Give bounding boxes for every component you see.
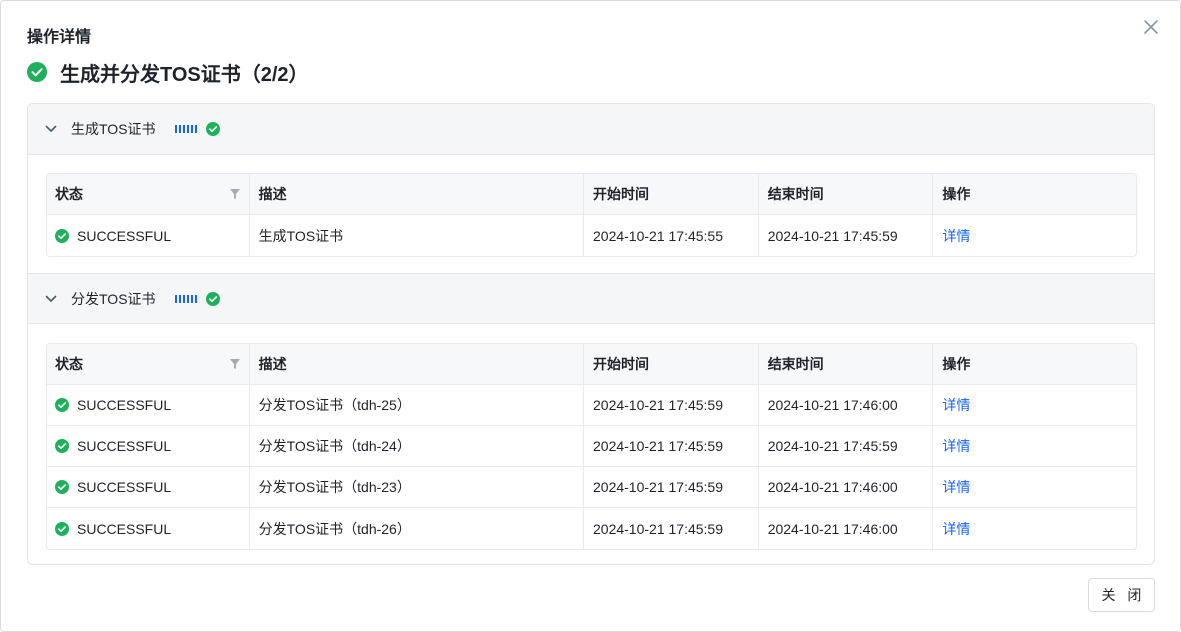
action-cell: 详情 xyxy=(933,385,1136,425)
success-check-icon xyxy=(55,480,69,494)
table-header-row: 状态 描述 开始时间 结束时间 操作 xyxy=(47,174,1136,215)
success-check-icon xyxy=(55,521,69,536)
action-cell: 详情 xyxy=(933,426,1136,466)
table-row: SUCCESSFUL 生成TOS证书 2024-10-21 17:45:55 2… xyxy=(47,215,1136,256)
detail-link[interactable]: 详情 xyxy=(942,519,970,539)
end-time-cell: 2024-10-21 17:46:00 xyxy=(759,385,934,425)
close-icon[interactable] xyxy=(1142,18,1160,36)
step-table-generate: 状态 描述 开始时间 结束时间 操作 SUCCESSFUL 生成TOS证书 20… xyxy=(46,173,1137,257)
end-time-cell: 2024-10-21 17:46:00 xyxy=(759,467,934,507)
step-header-generate[interactable]: 生成TOS证书 xyxy=(28,104,1154,155)
col-header-status: 状态 xyxy=(47,174,250,214)
end-time-cell: 2024-10-21 17:46:00 xyxy=(759,508,934,549)
status-cell: SUCCESSFUL xyxy=(47,426,250,466)
operation-detail-modal: 操作详情 生成并分发TOS证书（2/2） 生成TOS证书 状态 描述 开始时间 … xyxy=(0,0,1181,632)
col-header-end: 结束时间 xyxy=(759,344,934,384)
status-text: SUCCESSFUL xyxy=(77,479,172,495)
detail-link[interactable]: 详情 xyxy=(942,395,970,415)
col-header-label: 状态 xyxy=(55,356,83,372)
detail-link[interactable]: 详情 xyxy=(942,436,970,456)
progress-bars-icon xyxy=(174,294,197,303)
start-time-cell: 2024-10-21 17:45:59 xyxy=(584,385,759,425)
step-table-distribute: 状态 描述 开始时间 结束时间 操作 SUCCESSFUL 分发TOS证书（td… xyxy=(46,343,1137,550)
col-header-start: 开始时间 xyxy=(584,344,759,384)
filter-icon[interactable] xyxy=(229,359,240,369)
description-cell: 分发TOS证书（tdh-25） xyxy=(250,385,584,425)
chevron-down-icon[interactable] xyxy=(45,293,57,305)
action-cell: 详情 xyxy=(933,215,1136,256)
end-time-cell: 2024-10-21 17:45:59 xyxy=(759,426,934,466)
step-label: 生成TOS证书 xyxy=(71,121,156,137)
close-button[interactable]: 关 闭 xyxy=(1088,578,1155,612)
chevron-down-icon[interactable] xyxy=(45,123,57,135)
status-cell: SUCCESSFUL xyxy=(47,385,250,425)
col-header-label: 状态 xyxy=(55,186,83,202)
status-cell: SUCCESSFUL xyxy=(47,467,250,507)
action-cell: 详情 xyxy=(933,467,1136,507)
col-header-description: 描述 xyxy=(250,174,584,214)
table-row: SUCCESSFUL 分发TOS证书（tdh-26） 2024-10-21 17… xyxy=(47,508,1136,549)
col-header-action: 操作 xyxy=(942,356,971,372)
status-text: SUCCESSFUL xyxy=(77,397,172,413)
status-cell: SUCCESSFUL xyxy=(47,508,250,549)
steps-container: 生成TOS证书 状态 描述 开始时间 结束时间 操作 SUCCESSFUL 生成… xyxy=(27,103,1155,565)
description-cell: 分发TOS证书（tdh-23） xyxy=(250,467,584,507)
detail-link[interactable]: 详情 xyxy=(942,477,970,497)
step-header-distribute[interactable]: 分发TOS证书 xyxy=(28,273,1154,324)
start-time-cell: 2024-10-21 17:45:59 xyxy=(584,467,759,507)
status-cell: SUCCESSFUL xyxy=(47,215,250,256)
status-text: SUCCESSFUL xyxy=(77,438,172,454)
detail-link[interactable]: 详情 xyxy=(942,226,970,246)
end-time-cell: 2024-10-21 17:45:59 xyxy=(759,215,934,256)
description-cell: 分发TOS证书（tdh-26） xyxy=(250,508,584,549)
table-row: SUCCESSFUL 分发TOS证书（tdh-23） 2024-10-21 17… xyxy=(47,467,1136,508)
col-header-end: 结束时间 xyxy=(759,174,934,214)
table-header-row: 状态 描述 开始时间 结束时间 操作 xyxy=(47,344,1136,385)
col-header-description: 描述 xyxy=(250,344,584,384)
filter-icon[interactable] xyxy=(229,189,240,199)
success-check-icon xyxy=(55,398,69,412)
start-time-cell: 2024-10-21 17:45:59 xyxy=(584,426,759,466)
success-check-icon xyxy=(205,122,220,136)
action-cell: 详情 xyxy=(933,508,1136,549)
step-label: 分发TOS证书 xyxy=(71,290,156,307)
col-header-action: 操作 xyxy=(942,186,971,202)
description-cell: 生成TOS证书 xyxy=(250,215,584,256)
description-cell: 分发TOS证书（tdh-24） xyxy=(250,426,584,466)
status-text: SUCCESSFUL xyxy=(77,520,172,537)
table-row: SUCCESSFUL 分发TOS证书（tdh-25） 2024-10-21 17… xyxy=(47,385,1136,426)
operation-header: 生成并分发TOS证书（2/2） xyxy=(27,59,309,86)
success-check-icon xyxy=(27,62,47,82)
start-time-cell: 2024-10-21 17:45:55 xyxy=(584,215,759,256)
success-check-icon xyxy=(55,439,69,453)
modal-title: 操作详情 xyxy=(27,29,92,46)
table-row: SUCCESSFUL 分发TOS证书（tdh-24） 2024-10-21 17… xyxy=(47,426,1136,467)
operation-title: 生成并分发TOS证书（2/2） xyxy=(60,63,309,86)
start-time-cell: 2024-10-21 17:45:59 xyxy=(584,508,759,549)
status-text: SUCCESSFUL xyxy=(77,227,172,244)
col-header-status: 状态 xyxy=(47,344,250,384)
success-check-icon xyxy=(205,291,220,306)
progress-bars-icon xyxy=(174,125,197,133)
success-check-icon xyxy=(55,228,69,243)
col-header-start: 开始时间 xyxy=(584,174,759,214)
